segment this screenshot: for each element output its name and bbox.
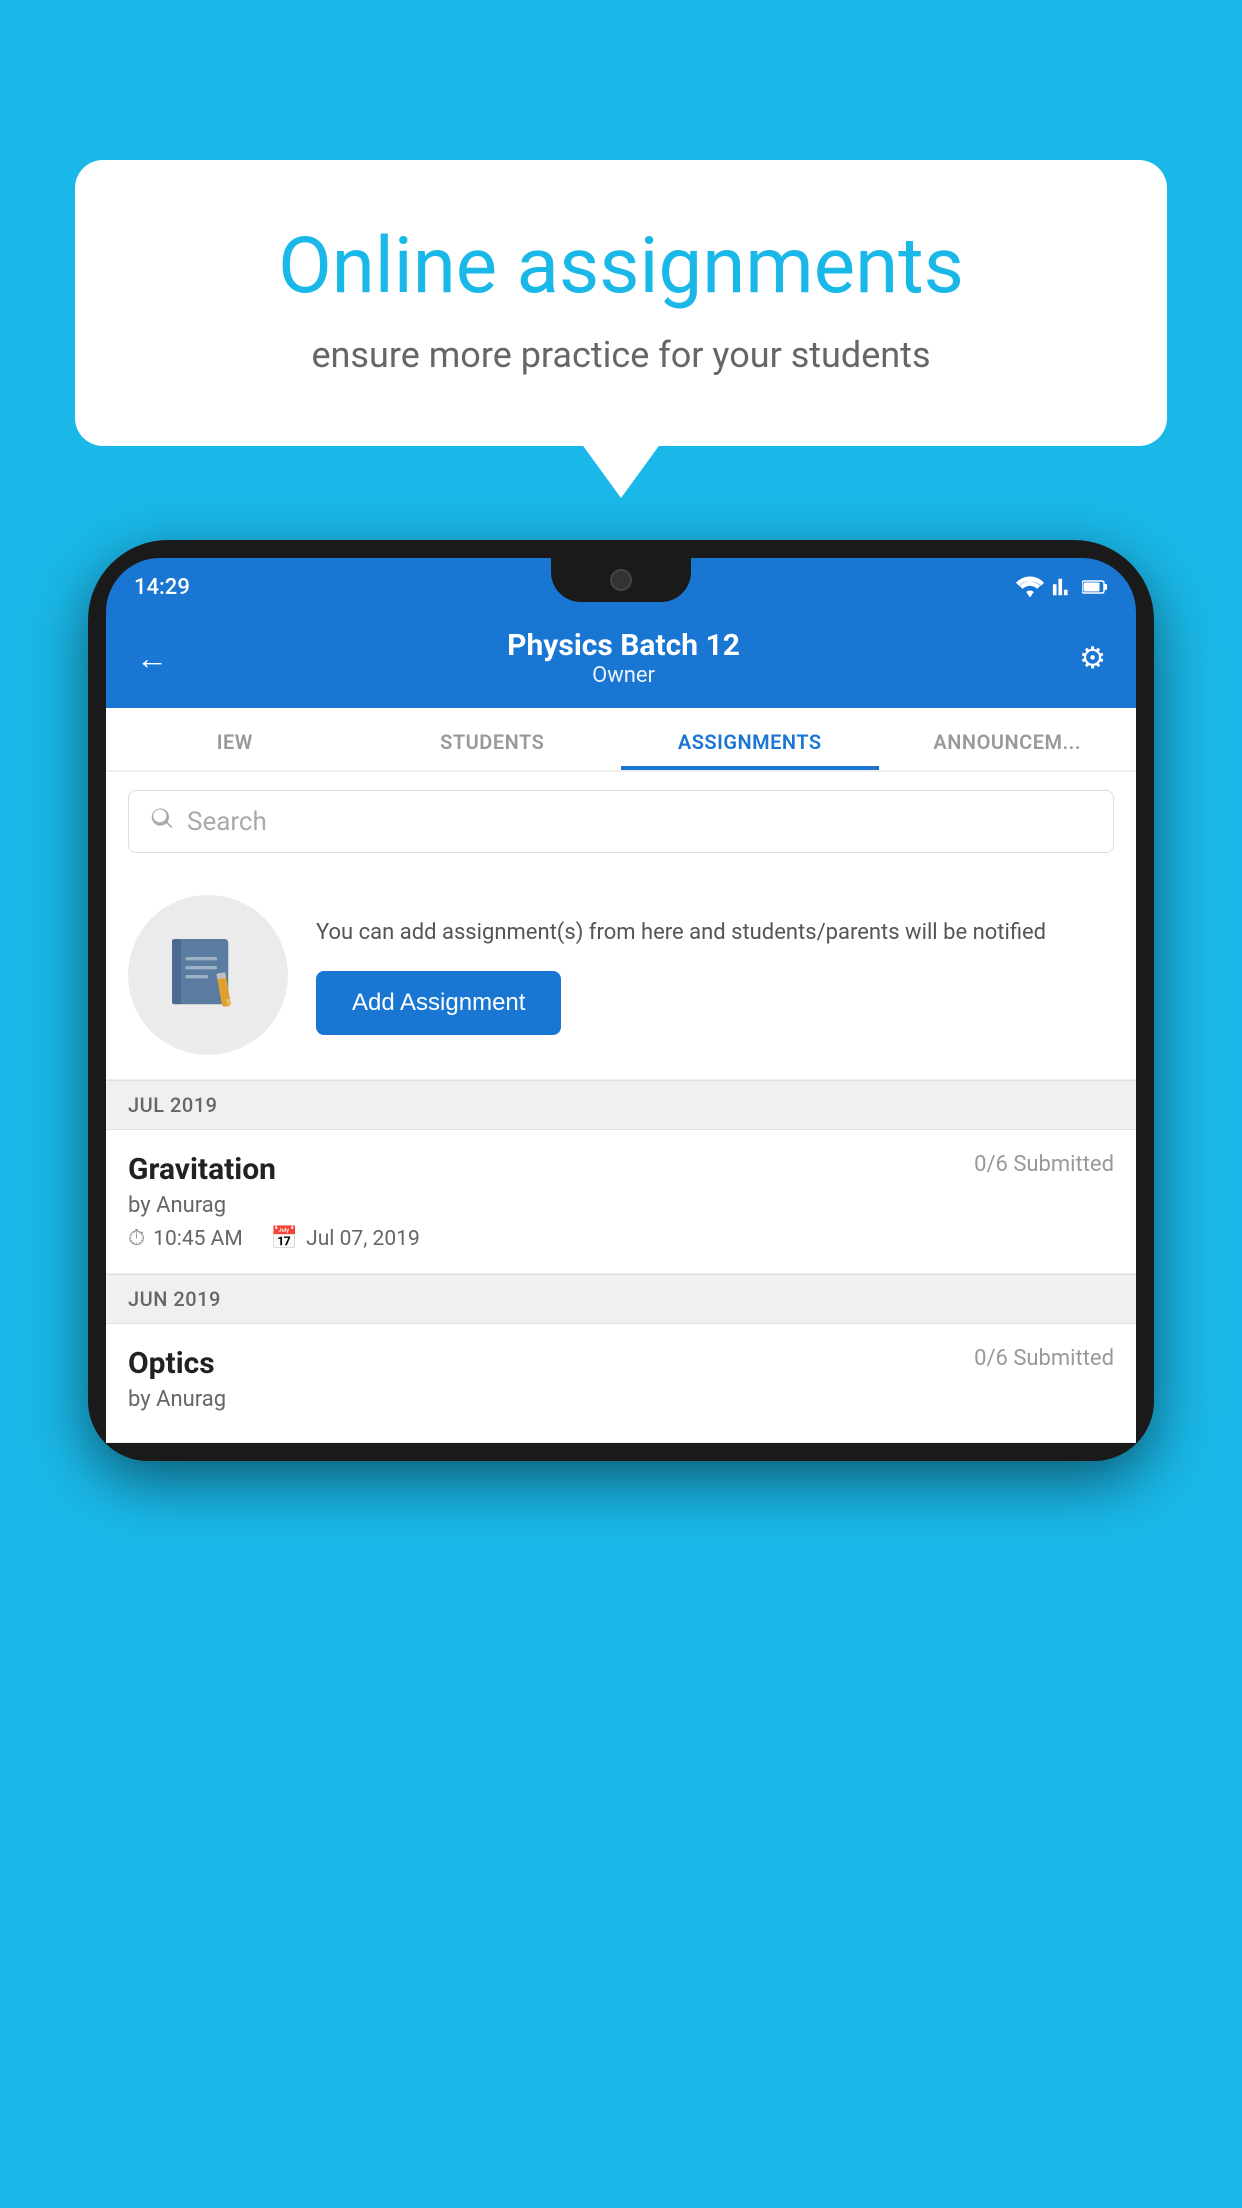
tabs-bar: IEW STUDENTS ASSIGNMENTS ANNOUNCEM...: [106, 708, 1136, 772]
battery-icon: [1082, 576, 1108, 598]
status-icons: [1016, 576, 1108, 598]
wifi-icon: [1016, 576, 1044, 598]
calendar-icon: 📅: [271, 1226, 298, 1251]
assignment-submitted-optics: 0/6 Submitted: [974, 1346, 1114, 1371]
status-bar: 14:29: [106, 558, 1136, 612]
phone-screen: ← Physics Batch 12 Owner ⚙ IEW STUDENTS …: [106, 612, 1136, 1443]
tab-announcements[interactable]: ANNOUNCEM...: [879, 708, 1137, 770]
assignment-list-item[interactable]: Gravitation 0/6 Submitted by Anurag ⏱ 10…: [106, 1130, 1136, 1274]
assignment-list-item-optics[interactable]: Optics 0/6 Submitted by Anurag: [106, 1324, 1136, 1443]
search-icon: [149, 805, 175, 838]
month-separator-jun: JUN 2019: [106, 1274, 1136, 1324]
status-time: 14:29: [134, 575, 190, 600]
notebook-svg-icon: [163, 930, 253, 1020]
back-button[interactable]: ←: [136, 639, 168, 677]
tab-assignments[interactable]: ASSIGNMENTS: [621, 708, 879, 770]
assignment-item-top: Gravitation 0/6 Submitted: [128, 1152, 1114, 1187]
assignment-time-value: 10:45 AM: [153, 1227, 243, 1251]
assignment-right: You can add assignment(s) from here and …: [316, 916, 1114, 1035]
assignment-by-optics: by Anurag: [128, 1387, 1114, 1412]
speech-bubble: Online assignments ensure more practice …: [75, 160, 1167, 446]
phone-notch: [551, 558, 691, 602]
header-title-block: Physics Batch 12 Owner: [507, 628, 740, 688]
header-subtitle: Owner: [507, 663, 740, 688]
assignment-description: You can add assignment(s) from here and …: [316, 916, 1114, 949]
speech-bubble-title: Online assignments: [145, 220, 1097, 314]
assignment-name-optics: Optics: [128, 1346, 215, 1381]
speech-bubble-subtitle: ensure more practice for your students: [145, 334, 1097, 376]
clock-icon: ⏱: [128, 1226, 145, 1251]
assignment-name-gravitation: Gravitation: [128, 1152, 276, 1187]
search-container: Search: [106, 772, 1136, 871]
header-title: Physics Batch 12: [507, 628, 740, 663]
app-header: ← Physics Batch 12 Owner ⚙: [106, 612, 1136, 708]
add-assignment-area: You can add assignment(s) from here and …: [106, 871, 1136, 1080]
add-assignment-button[interactable]: Add Assignment: [316, 971, 561, 1035]
phone-camera: [610, 569, 632, 591]
search-box[interactable]: Search: [128, 790, 1114, 853]
assignment-item-top-optics: Optics 0/6 Submitted: [128, 1346, 1114, 1381]
assignment-date-value: Jul 07, 2019: [306, 1227, 420, 1251]
assignment-icon-circle: [128, 895, 288, 1055]
assignment-meta-gravitation: ⏱ 10:45 AM 📅 Jul 07, 2019: [128, 1226, 1114, 1251]
signal-icon: [1052, 576, 1074, 598]
assignment-submitted-gravitation: 0/6 Submitted: [974, 1152, 1114, 1177]
phone-wrapper: 14:29: [88, 540, 1154, 2208]
assignment-date: 📅 Jul 07, 2019: [271, 1226, 420, 1251]
assignment-by-gravitation: by Anurag: [128, 1193, 1114, 1218]
tab-iew[interactable]: IEW: [106, 708, 364, 770]
search-placeholder: Search: [187, 807, 267, 837]
settings-button[interactable]: ⚙: [1079, 641, 1106, 676]
phone-outer: 14:29: [88, 540, 1154, 1461]
month-separator-jul: JUL 2019: [106, 1080, 1136, 1130]
tab-students[interactable]: STUDENTS: [364, 708, 622, 770]
assignment-time: ⏱ 10:45 AM: [128, 1226, 243, 1251]
